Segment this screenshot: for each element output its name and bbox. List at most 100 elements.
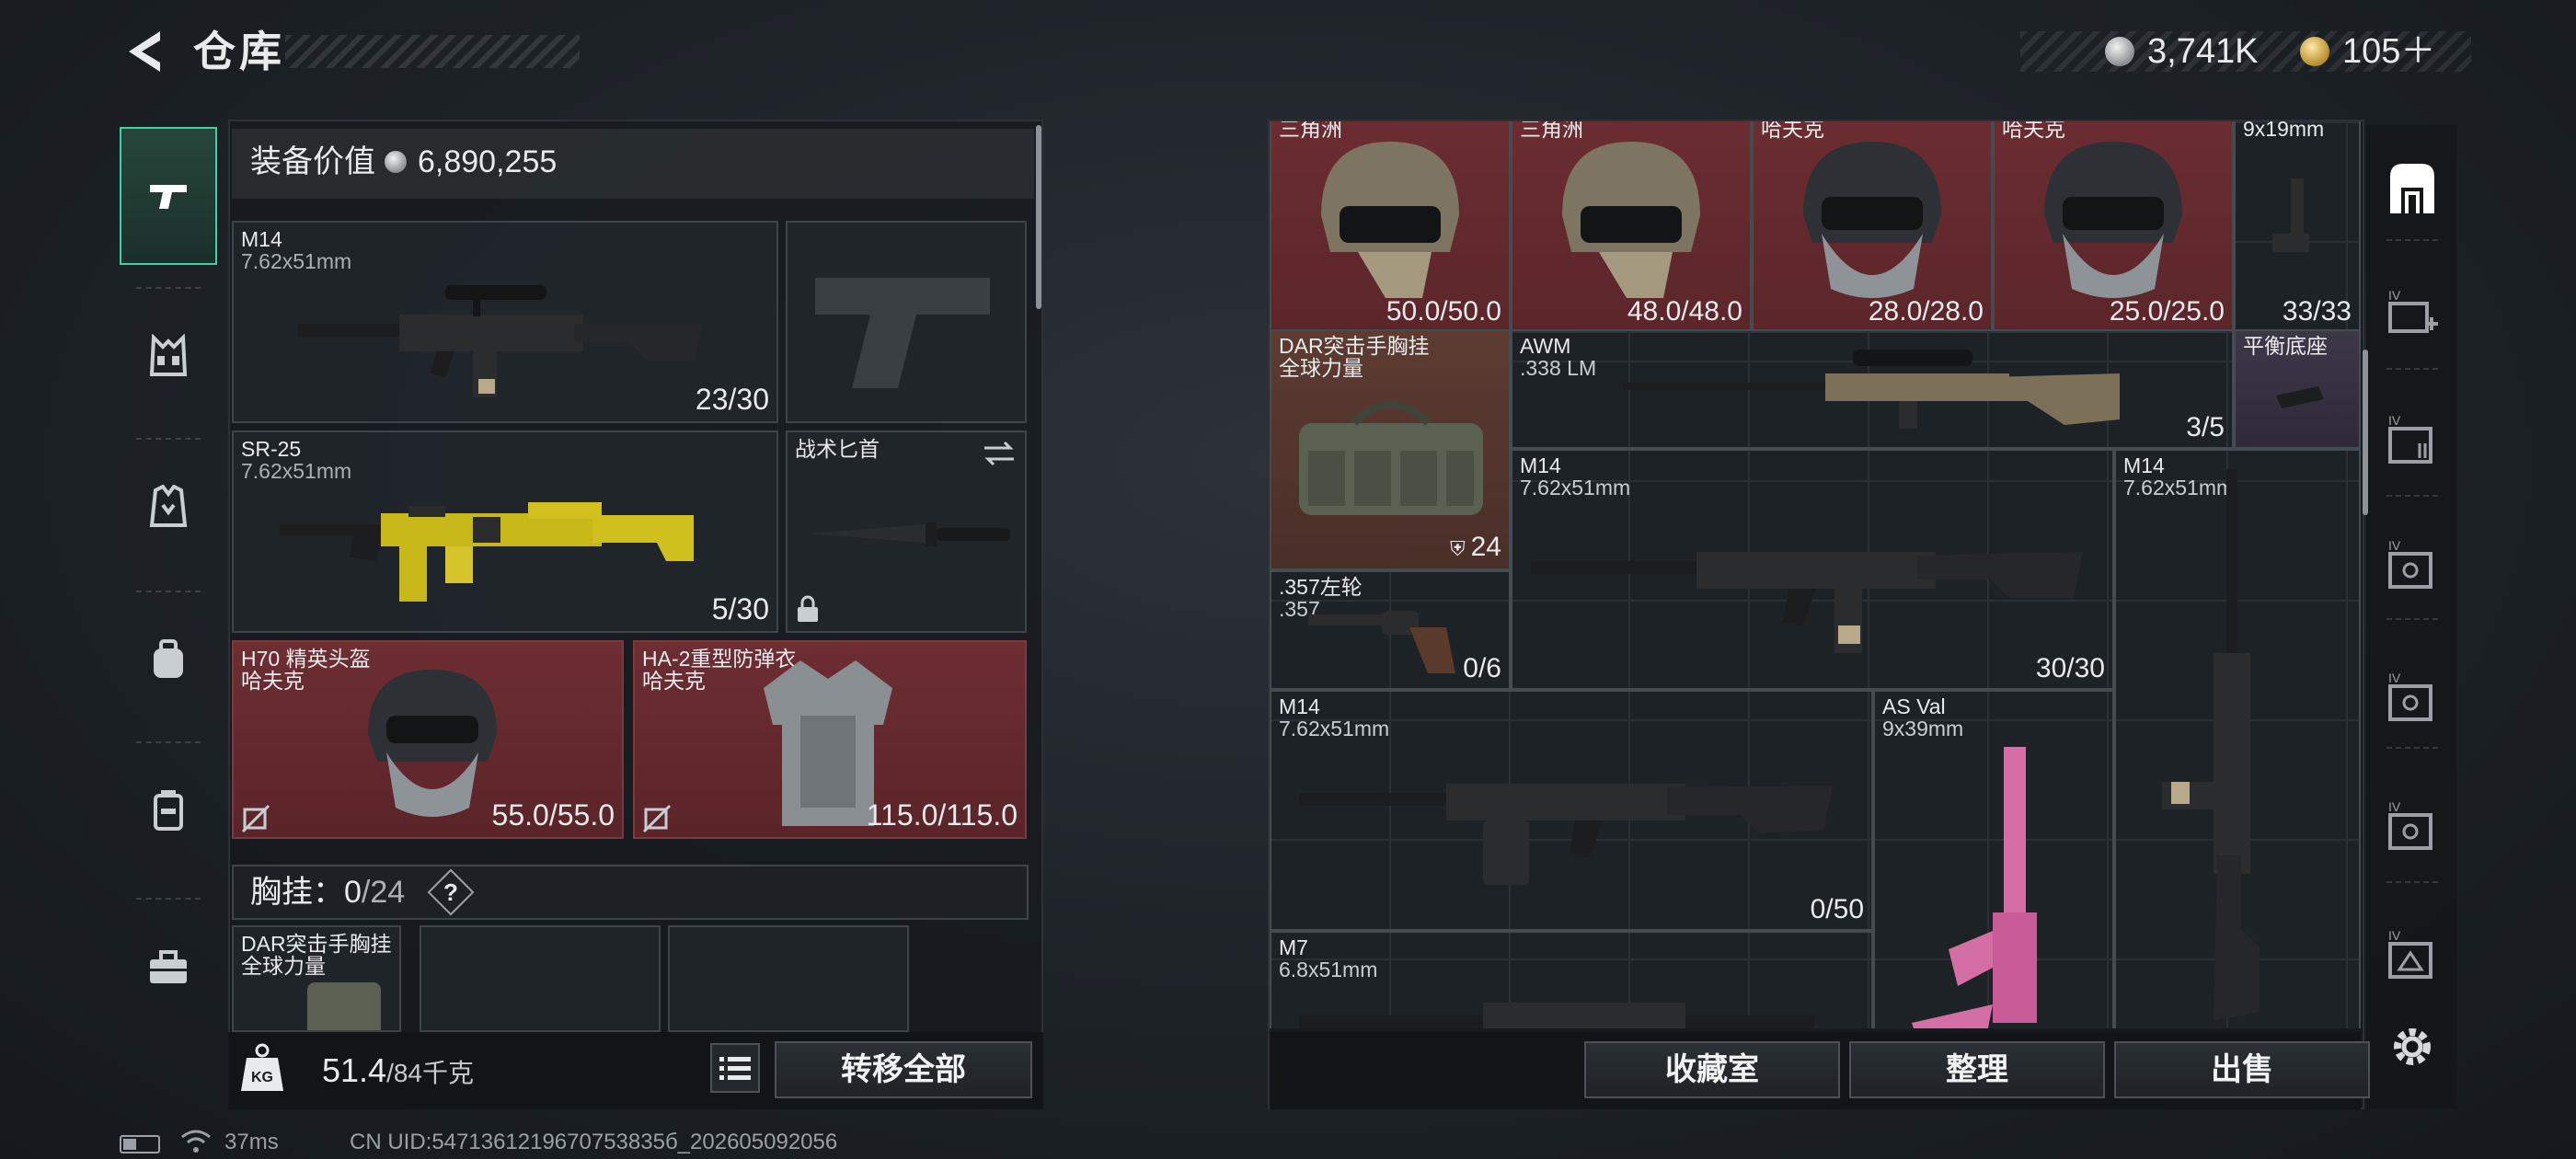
- item-name: M14: [1279, 694, 1320, 718]
- item-name: DAR突击手胸挂: [241, 932, 392, 956]
- stash-item-helmet-2[interactable]: 三角洲 48.0/48.0: [1511, 121, 1752, 333]
- stash-item-m7[interactable]: M7 6.8x51mm: [1270, 931, 1873, 1028]
- category-sidebar: [120, 116, 217, 1082]
- gold-coin-icon: [2300, 37, 2329, 66]
- durability: 48.0/48.0: [1627, 296, 1742, 327]
- count: 3/5: [2186, 412, 2225, 442]
- knife-icon: [806, 522, 1010, 546]
- stash-tab-ammo-icon[interactable]: IV: [2383, 412, 2442, 471]
- stash-item-9x19[interactable]: 9x19mm 33/33: [2234, 121, 2361, 333]
- list-icon: [719, 1057, 751, 1080]
- stash-item-m14-2[interactable]: M14 7.62x51mm: [2114, 449, 2361, 1028]
- carry-weight: 51.4/84千克: [322, 1051, 475, 1089]
- wifi-icon: [181, 1130, 211, 1153]
- tab-divider: [2386, 495, 2438, 497]
- item-brand: 全球力量: [1279, 356, 1363, 380]
- chest-rig-item-icon: [1299, 401, 1483, 515]
- helmet-icon: [1321, 142, 1459, 298]
- item-brand: 哈夫克: [642, 669, 706, 693]
- slot-body-armor[interactable]: HA-2重型防弹衣 哈夫克 115.0/115.0: [633, 640, 1027, 839]
- ping-readout: 37ms: [224, 1130, 279, 1154]
- transfer-all-button[interactable]: 转移全部: [775, 1041, 1032, 1098]
- pistol-icon: [150, 185, 187, 209]
- swap-icon[interactable]: [981, 440, 1018, 467]
- tab-divider: [2386, 747, 2438, 749]
- help-icon-glyph: ?: [443, 878, 458, 906]
- m14-rifle-icon: [1531, 552, 2083, 653]
- stash-item-helmet-4[interactable]: 哈夫克 25.0/25.0: [1993, 121, 2234, 333]
- helmet-icon: [1562, 142, 1700, 298]
- m14-rifle-icon: [298, 285, 703, 397]
- stash-tab-key-icon[interactable]: IV: [2383, 537, 2442, 596]
- tab-divider: [2386, 239, 2438, 241]
- list-view-button[interactable]: [710, 1043, 760, 1093]
- stash-tab-medical-icon[interactable]: IV: [2383, 798, 2442, 857]
- back-arrow-icon[interactable]: [120, 26, 171, 77]
- nav-armor[interactable]: [120, 438, 217, 576]
- rig-pocket-1[interactable]: [420, 925, 661, 1032]
- item-name: DAR突击手胸挂: [1279, 334, 1430, 358]
- svg-text:IV: IV: [2388, 538, 2401, 553]
- item-name: M14: [1520, 453, 1561, 477]
- settings-gear-icon[interactable]: [2386, 1021, 2438, 1073]
- stash-item-chest-rig[interactable]: DAR突击手胸挂 全球力量 ⛨ 24: [1270, 329, 1511, 570]
- durability: 55.0/55.0: [491, 798, 615, 832]
- stash-item-m14-3[interactable]: M14 7.62x51mm 0/50: [1270, 690, 1873, 931]
- m14-rifle-icon: [1299, 784, 1833, 885]
- gold-balance[interactable]: 105＋: [2342, 31, 2435, 72]
- nav-backpack[interactable]: [120, 591, 217, 729]
- silver-coin-icon: [2105, 37, 2134, 66]
- stash-item-helmet-1[interactable]: 三角洲 50.0/50.0: [1270, 121, 1511, 333]
- slot-sidearm[interactable]: [786, 221, 1027, 423]
- slot-helmet[interactable]: H70 精英头盔 哈夫克 55.0/55.0: [232, 640, 624, 839]
- revolver-icon: [1308, 611, 1455, 673]
- stash-item-as-val[interactable]: AS Val 9x39mm: [1873, 690, 2114, 1028]
- lock-icon: [798, 595, 818, 622]
- stash-item-357-revolver[interactable]: .357左轮 .357 0/6: [1270, 570, 1511, 690]
- count: 30/30: [2035, 653, 2105, 683]
- nav-toolbox[interactable]: [120, 898, 217, 1036]
- stash-item-awm[interactable]: AWM .338 LM 3/5: [1511, 329, 2234, 449]
- toolbox-icon: [150, 950, 187, 983]
- stash-item-balance-base[interactable]: 平衡底座: [2234, 329, 2361, 449]
- equip-value: 6,890,255: [418, 144, 558, 179]
- title-decoration: [285, 35, 580, 68]
- stash-item-m14-1[interactable]: M14 7.62x51mm 30/30: [1511, 449, 2114, 690]
- silver-balance: 3,741K: [2147, 32, 2259, 71]
- collection-room-button[interactable]: 收藏室: [1584, 1041, 1840, 1098]
- stash-main-tab-icon[interactable]: [2383, 158, 2442, 217]
- item-ammo: 7.62x51mm: [1279, 717, 1390, 740]
- m7-rifle-icon: [1299, 1003, 1814, 1028]
- svg-text:KG: KG: [251, 1070, 273, 1085]
- backpack-icon: [154, 639, 183, 678]
- rig-pocket-2[interactable]: [668, 925, 909, 1032]
- stash-scrollbar[interactable]: [2363, 350, 2368, 515]
- magazine-icon: [2272, 178, 2309, 252]
- stash-tab-4-icon[interactable]: IV: [2383, 287, 2442, 346]
- awm-rifle-icon: [1623, 350, 2120, 429]
- stash-tab-gear-icon[interactable]: IV: [2383, 927, 2442, 986]
- sort-button[interactable]: 整理: [1849, 1041, 2105, 1098]
- stash-tab-keycard-icon[interactable]: IV: [2383, 670, 2442, 729]
- item-name: M14: [241, 227, 282, 251]
- slot-primary-2[interactable]: SR-25 7.62x51mm 5/30: [232, 430, 778, 633]
- capacity: ⛨ 24: [1450, 532, 1501, 562]
- item-name: H70 精英头盔: [241, 647, 371, 671]
- slot-melee[interactable]: 战术匕首: [786, 430, 1027, 633]
- slot-primary-1[interactable]: M14 7.62x51mm 23/30: [232, 221, 778, 423]
- nav-secure-container[interactable]: [120, 741, 217, 879]
- svg-text:IV: IV: [2388, 413, 2401, 428]
- nav-chest-rig[interactable]: [120, 287, 217, 425]
- nav-weapons[interactable]: [120, 127, 217, 265]
- stash-item-helmet-3[interactable]: 哈夫克 28.0/28.0: [1752, 121, 1993, 333]
- svg-text:IV: IV: [2388, 288, 2401, 303]
- stash-tab-sidebar: IV IV IV IV IV IV: [2366, 125, 2456, 1109]
- slot-chest-rig[interactable]: DAR突击手胸挂 全球力量: [232, 925, 401, 1032]
- loadout-scrollbar[interactable]: [1036, 125, 1041, 309]
- container-icon: [154, 790, 183, 831]
- tab-divider: [2386, 881, 2438, 883]
- sell-button[interactable]: 出售: [2114, 1041, 2370, 1098]
- item-ammo: 9x39mm: [1882, 717, 1964, 740]
- svg-text:IV: IV: [2388, 671, 2401, 685]
- page-title: 仓库: [193, 28, 285, 75]
